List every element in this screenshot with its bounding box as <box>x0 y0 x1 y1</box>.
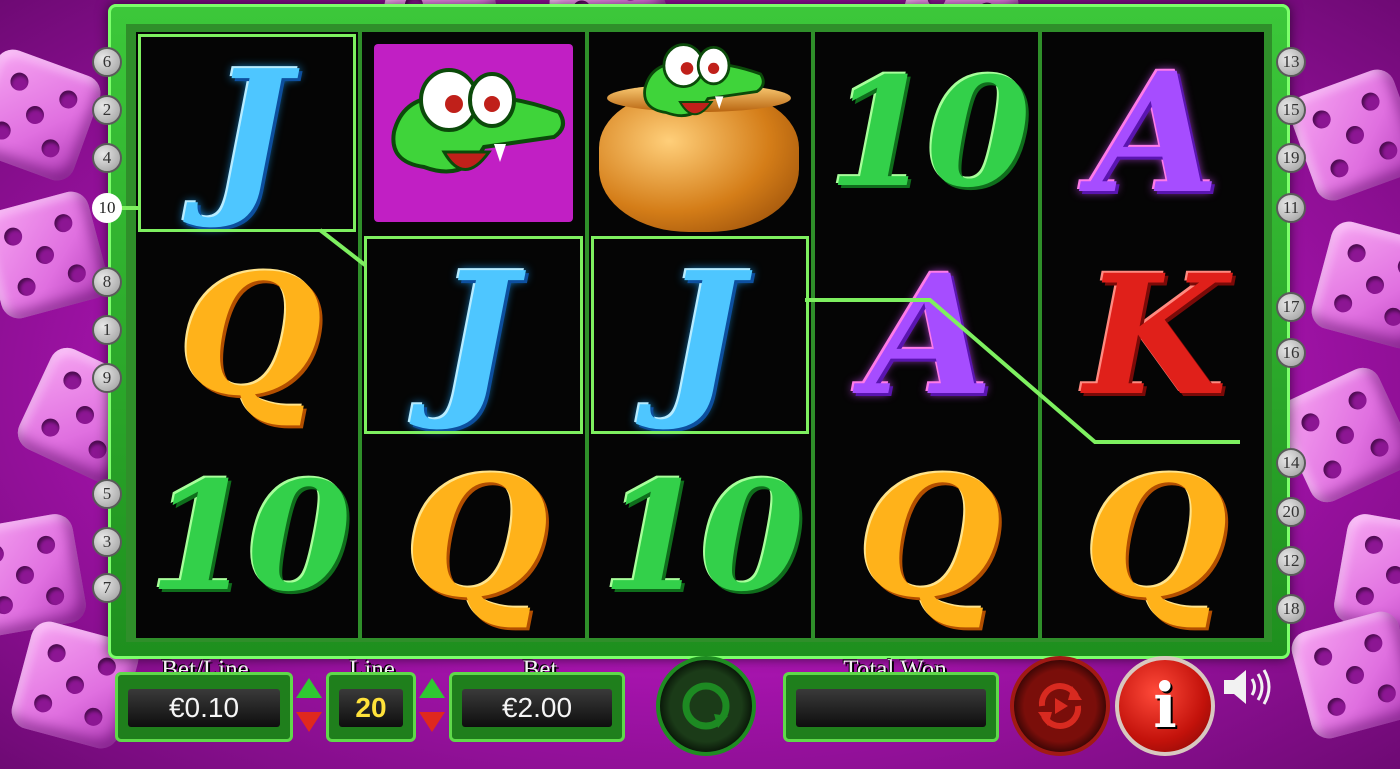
payline-number[interactable]: 19 <box>1276 143 1306 173</box>
payline-number[interactable]: 5 <box>92 479 122 509</box>
crocodile-icon <box>642 43 765 117</box>
die-decoration <box>0 511 89 639</box>
queen-symbol: Q <box>1042 436 1264 638</box>
payline-number[interactable]: 13 <box>1276 47 1306 77</box>
jack-symbol: J <box>136 32 358 234</box>
payline-number[interactable]: 11 <box>1276 193 1306 223</box>
symbol-glyph: 10 <box>148 449 352 625</box>
line-decrease-button[interactable] <box>419 712 445 732</box>
jack-symbol: J <box>362 234 584 436</box>
symbol-glyph: A <box>865 237 993 432</box>
payline-number[interactable]: 2 <box>92 95 122 125</box>
spin-icon <box>682 682 730 730</box>
reel-5: AKQ <box>1041 32 1265 638</box>
payline-number[interactable]: 1 <box>92 315 122 345</box>
payline-number[interactable]: 9 <box>92 363 122 393</box>
line-increase-button[interactable] <box>419 678 445 698</box>
reel-2: JQ <box>362 32 585 638</box>
symbol-glyph: Q <box>178 237 322 432</box>
die-decoration <box>1287 607 1400 743</box>
payline-number[interactable]: 8 <box>92 267 122 297</box>
reel-1: J Q 10 <box>136 32 359 638</box>
payline-number[interactable]: 4 <box>92 143 122 173</box>
reels-grid: J Q 10 J Q J 10 10 A Q A K Q <box>136 32 1265 638</box>
king-symbol: K <box>1042 234 1264 436</box>
bet-value: €2.00 <box>462 689 612 727</box>
payline-number[interactable]: 17 <box>1276 292 1306 322</box>
queen-symbol: Q <box>815 436 1037 638</box>
total-won-display <box>783 672 999 742</box>
ace-symbol: A <box>1042 32 1264 234</box>
line-value: 20 <box>339 689 403 727</box>
autoplay-button[interactable] <box>1010 656 1110 756</box>
payline-number[interactable]: 3 <box>92 527 122 557</box>
symbol-glyph: 10 <box>601 449 805 625</box>
ten-symbol: 10 <box>815 32 1037 234</box>
payline-number[interactable]: 20 <box>1276 497 1306 527</box>
ace-symbol: A <box>815 234 1037 436</box>
crocodile-icon <box>391 68 566 174</box>
total-won-value <box>796 689 986 727</box>
line-display: 20 <box>326 672 416 742</box>
die-decoration <box>1284 64 1400 206</box>
bet-line-increase-button[interactable] <box>296 678 322 698</box>
symbol-glyph: J <box>662 235 743 435</box>
payline-number[interactable]: 12 <box>1276 546 1306 576</box>
symbol-glyph: 10 <box>828 45 1031 221</box>
info-button[interactable]: i <box>1115 656 1215 756</box>
symbol-glyph: J <box>436 235 516 435</box>
reel-4: 10 A Q <box>815 32 1038 638</box>
die-decoration <box>0 44 106 186</box>
info-icon: i <box>1153 669 1177 742</box>
autoplay-icon <box>1038 683 1082 729</box>
payline-number[interactable]: 16 <box>1276 338 1306 368</box>
payline-number[interactable]: 18 <box>1276 594 1306 624</box>
symbol-glyph: K <box>1084 237 1227 432</box>
die-decoration <box>1307 217 1400 353</box>
payline-number[interactable]: 15 <box>1276 95 1306 125</box>
symbol-glyph: J <box>209 33 290 233</box>
symbol-glyph: Q <box>1083 439 1228 634</box>
queen-symbol: Q <box>362 436 584 638</box>
crocodile-pot-symbol <box>589 32 811 234</box>
jack-symbol: J <box>589 234 811 436</box>
payline-number[interactable]: 6 <box>92 47 122 77</box>
payline-number[interactable]: 7 <box>92 573 122 603</box>
crocodile-wild-symbol <box>362 32 584 234</box>
symbol-glyph: Q <box>857 439 1002 634</box>
payline-number[interactable]: 10 <box>92 193 122 223</box>
bet-line-decrease-button[interactable] <box>296 712 322 732</box>
payline-number[interactable]: 14 <box>1276 448 1306 478</box>
ten-symbol: 10 <box>589 436 811 638</box>
ten-symbol: 10 <box>136 436 358 638</box>
bet-line-display: €0.10 <box>115 672 293 742</box>
reel-3: J 10 <box>588 32 812 638</box>
symbol-glyph: Q <box>404 439 549 634</box>
spin-button[interactable] <box>656 656 756 756</box>
die-decoration <box>1271 361 1400 509</box>
speaker-icon[interactable] <box>1222 667 1274 707</box>
bet-display: €2.00 <box>449 672 625 742</box>
bet-line-value: €0.10 <box>128 689 280 727</box>
symbol-glyph: A <box>1091 35 1220 230</box>
queen-symbol: Q <box>136 234 358 436</box>
